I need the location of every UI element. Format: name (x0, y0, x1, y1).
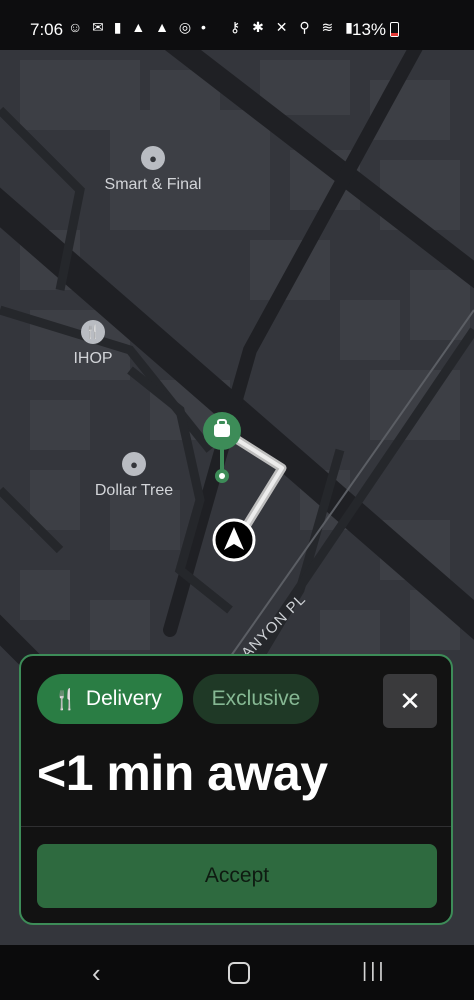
back-icon[interactable]: ‹ (92, 958, 101, 989)
accept-button-label: Accept (204, 864, 270, 887)
battery-icon (390, 22, 399, 37)
status-time: 7:06 (30, 20, 64, 39)
fork-knife-icon: 🍴 (81, 320, 105, 344)
home-icon[interactable] (228, 962, 250, 984)
delivery-offer-card: 🍴 Delivery Exclusive ✕ <1 min away Accep… (19, 654, 453, 925)
divider (21, 826, 451, 827)
fork-knife-icon: 🍴 (53, 688, 78, 711)
close-icon: ✕ (399, 685, 421, 716)
system-status-icons: ⚷ ✱ ✕ ⚲ ≋ ▮ (230, 19, 357, 35)
eta-text: <1 min away (37, 745, 328, 801)
poi-dollar-tree[interactable]: ● Dollar Tree (74, 452, 194, 500)
notification-icons: ☺ ✉ ▮ ▲ ▲ ◎ • (68, 19, 209, 35)
poi-label: Dollar Tree (94, 482, 174, 499)
close-button[interactable]: ✕ (383, 674, 437, 728)
exclusive-chip-label: Exclusive (211, 687, 301, 710)
system-nav-bar: ‹ ||| (0, 945, 474, 1000)
poi-ihop[interactable]: 🍴 IHOP (62, 320, 124, 368)
map-pin-icon: ● (122, 452, 146, 476)
delivery-chip: 🍴 Delivery (37, 674, 183, 724)
poi-label: Smart & Final (104, 176, 202, 193)
poi-label: IHOP (73, 350, 113, 367)
status-bar: 7:06 ☺ ✉ ▮ ▲ ▲ ◎ • ⚷ ✱ ✕ ⚲ ≋ ▮ 13% (0, 0, 474, 50)
poi-smart-final[interactable]: ● Smart & Final (93, 146, 213, 194)
recent-apps-icon[interactable]: ||| (362, 960, 387, 983)
battery-percent: 13% (352, 20, 387, 39)
map-pin-icon: ● (141, 146, 165, 170)
exclusive-chip: Exclusive (193, 674, 319, 724)
delivery-chip-label: Delivery (85, 687, 162, 710)
current-location-icon (212, 518, 256, 562)
accept-button[interactable]: Accept (37, 844, 437, 908)
